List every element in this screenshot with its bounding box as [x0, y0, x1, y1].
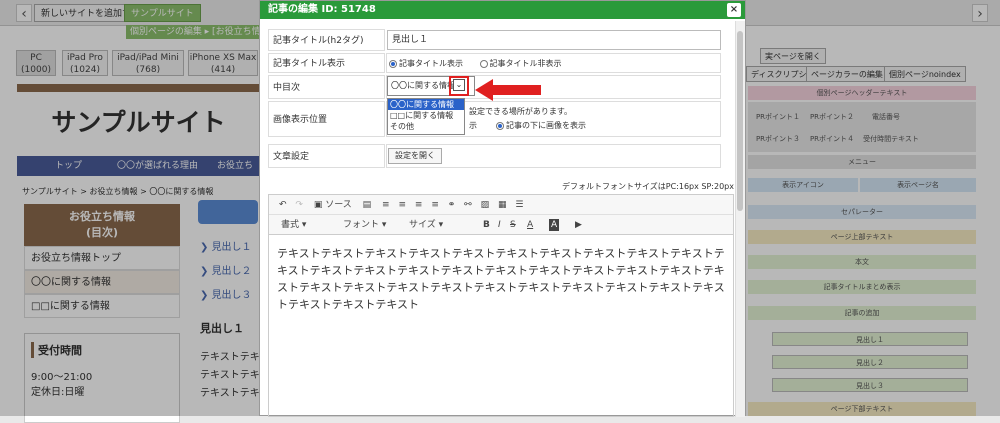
modal-title-text: 記事の編集 ID: 51748	[268, 4, 376, 15]
text-settings-label: 文章設定	[268, 144, 385, 168]
format-select[interactable]: 書式 ▾	[281, 215, 306, 235]
article-title-input[interactable]: 見出し１	[387, 30, 721, 50]
horizontal-rule-icon[interactable]: ☰	[515, 200, 523, 210]
bg-color-button[interactable]: A	[549, 219, 560, 231]
radio-unchecked-icon	[479, 59, 488, 68]
toc-label: 中目次	[268, 75, 385, 99]
editor-content[interactable]: テキストテキストテキストテキストテキストテキストテキストテキストテキストテキスト…	[277, 245, 725, 313]
image-icon[interactable]: ▨	[481, 200, 490, 210]
align-center-icon[interactable]: ≡	[398, 200, 406, 210]
link-icon[interactable]: ⚭	[448, 200, 456, 210]
italic-button[interactable]: I	[498, 215, 501, 235]
source-button[interactable]: ▣ ソース	[314, 200, 352, 210]
align-right-icon[interactable]: ≡	[415, 200, 423, 210]
radio-checked-icon	[496, 121, 504, 130]
text-color-button[interactable]: A	[527, 215, 533, 235]
radio-label: 記事タイトル非表示	[489, 59, 562, 68]
toc-option-maru[interactable]: 〇〇に関する情報	[388, 99, 464, 110]
title-display-options: 記事タイトル表示 記事タイトル非表示	[386, 53, 721, 73]
radio-checked-icon	[389, 59, 397, 68]
size-label: サイズ	[409, 220, 436, 230]
size-select[interactable]: サイズ ▾	[409, 215, 443, 235]
title-show-radio[interactable]: 記事タイトル表示	[389, 59, 463, 68]
close-icon[interactable]: ×	[727, 3, 741, 17]
unlink-icon[interactable]: ⚯	[464, 200, 472, 210]
article-title-label: 記事タイトル(h2タグ)	[268, 29, 385, 51]
undo-icon[interactable]: ↶	[279, 200, 287, 210]
justify-icon[interactable]: ≡	[431, 200, 439, 210]
table-icon[interactable]: ▦	[498, 200, 507, 210]
callout-arrow-icon	[475, 79, 541, 101]
open-settings-button[interactable]: 設定を開く	[388, 148, 442, 164]
image-above-radio[interactable]: 示	[469, 120, 477, 131]
source-label: ソース	[325, 200, 352, 210]
highlight-callout-box	[449, 76, 469, 96]
toc-dropdown-list: 〇〇に関する情報 □□に関する情報 その他	[387, 98, 465, 135]
youtube-icon[interactable]: ▶	[575, 215, 582, 235]
edit-article-modal: 記事の編集 ID: 51748 × 記事タイトル(h2タグ) 見出し１ 記事タイ…	[259, 0, 746, 417]
rich-text-editor[interactable]: ↶ ↷ ▣ ソース ▤ ≡ ≡ ≡ ≡ ⚭ ⚯ ▨ ▦ ☰ 書式 ▾ フォント …	[268, 194, 734, 417]
toc-option-shikaku[interactable]: □□に関する情報	[388, 110, 464, 121]
title-hide-radio[interactable]: 記事タイトル非表示	[479, 59, 562, 68]
font-label: フォント	[343, 220, 380, 230]
toc-option-other[interactable]: その他	[388, 121, 464, 132]
image-below-radio[interactable]: 記事の下に画像を表示	[496, 120, 586, 131]
modal-title: 記事の編集 ID: 51748 ×	[260, 1, 745, 19]
title-display-label: 記事タイトル表示	[268, 53, 385, 73]
scrollbar-thumb[interactable]	[737, 31, 743, 211]
font-size-note: デフォルトフォントサイズはPC:16px SP:20px	[562, 182, 734, 191]
align-left-icon[interactable]: ≡	[382, 200, 390, 210]
bold-button[interactable]: B	[483, 215, 490, 235]
image-position-label: 画像表示位置	[268, 101, 385, 137]
image-position-note: 設定できる場所があります。	[469, 107, 573, 116]
strike-button[interactable]: S	[510, 215, 516, 235]
format-label: 書式	[281, 220, 300, 230]
paste-icon[interactable]: ▤	[363, 200, 372, 210]
font-select[interactable]: フォント ▾	[343, 215, 386, 235]
radio-label: 示	[469, 121, 477, 130]
editor-toolbar-bottom: 書式 ▾ フォント ▾ サイズ ▾ B I S A A ▶	[269, 215, 733, 235]
editor-toolbar-top: ↶ ↷ ▣ ソース ▤ ≡ ≡ ≡ ≡ ⚭ ⚯ ▨ ▦ ☰	[269, 195, 733, 215]
redo-icon[interactable]: ↷	[295, 200, 303, 210]
radio-label: 記事の下に画像を表示	[506, 121, 586, 130]
radio-label: 記事タイトル表示	[399, 59, 463, 68]
